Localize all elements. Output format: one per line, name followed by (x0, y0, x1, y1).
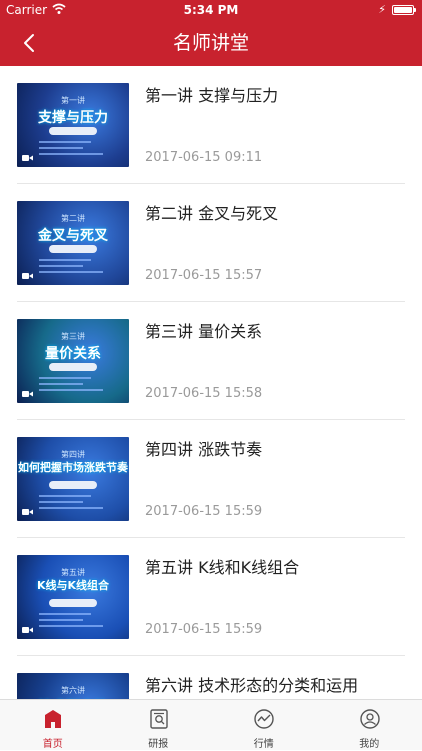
tab-profile-label: 我的 (317, 735, 422, 750)
lecture-item[interactable]: 第六讲技术形态的第六讲 技术形态的分类和运用 (0, 656, 422, 699)
lecture-title: 第五讲 K线和K线组合 (145, 554, 299, 578)
tab-market-label: 行情 (211, 735, 317, 750)
thumbnail-lecture-number: 第二讲 (17, 213, 129, 224)
tab-bar: 首页 研报 行情 我的 (0, 699, 422, 750)
lecture-thumbnail: 第一讲支撑与压力 (17, 83, 129, 167)
lecture-title: 第六讲 技术形态的分类和运用 (145, 672, 358, 696)
thumbnail-speaker-pill (49, 599, 97, 607)
lecture-thumbnail: 第六讲技术形态的 (17, 673, 129, 699)
page-title: 名师讲堂 (0, 20, 422, 66)
lecture-date: 2017-06-15 09:11 (145, 150, 262, 165)
battery-level (394, 7, 412, 13)
video-icon (22, 508, 33, 516)
profile-icon (359, 708, 381, 730)
lecture-title: 第四讲 涨跌节奏 (145, 436, 262, 460)
lecture-item[interactable]: 第二讲金叉与死叉第二讲 金叉与死叉 2017-06-15 15:57 (0, 184, 422, 302)
battery-icon (392, 5, 414, 15)
lecture-thumbnail: 第五讲K线与K线组合 (17, 555, 129, 639)
clock: 5:34 PM (0, 3, 422, 17)
lecture-date: 2017-06-15 15:59 (145, 622, 262, 637)
lecture-title: 第二讲 金叉与死叉 (145, 200, 278, 224)
thumbnail-lecture-number: 第三讲 (17, 331, 129, 342)
lecture-item[interactable]: 第三讲量价关系第三讲 量价关系 2017-06-15 15:58 (0, 302, 422, 420)
video-icon (22, 390, 33, 398)
thumbnail-title: K线与K线组合 (17, 577, 129, 593)
tab-home[interactable]: 首页 (0, 700, 106, 751)
thumbnail-title: 如何把握市场涨跌节奏 (17, 459, 129, 475)
thumbnail-speaker-pill (49, 481, 97, 489)
video-icon (22, 272, 33, 280)
lecture-item[interactable]: 第一讲支撑与压力第一讲 支撑与压力 2017-06-15 09:11 (0, 66, 422, 184)
report-icon (148, 708, 170, 730)
lecture-date: 2017-06-15 15:57 (145, 268, 262, 283)
tab-home-label: 首页 (0, 735, 106, 750)
lecture-title: 第一讲 支撑与压力 (145, 82, 278, 106)
charging-icon: ⚡ (378, 3, 386, 16)
tab-market[interactable]: 行情 (211, 700, 317, 751)
lecture-title: 第三讲 量价关系 (145, 318, 262, 342)
home-icon (42, 708, 64, 730)
lecture-item[interactable]: 第四讲如何把握市场涨跌节奏第四讲 涨跌节奏 2017-06-15 15:59 (0, 420, 422, 538)
thumbnail-lecture-number: 第一讲 (17, 95, 129, 106)
thumbnail-title: 量价关系 (17, 343, 129, 363)
video-icon (22, 626, 33, 634)
lecture-thumbnail: 第三讲量价关系 (17, 319, 129, 403)
tab-profile[interactable]: 我的 (317, 700, 422, 751)
lecture-date: 2017-06-15 15:59 (145, 504, 262, 519)
thumbnail-lecture-number: 第六讲 (17, 685, 129, 696)
lecture-date: 2017-06-15 15:58 (145, 386, 262, 401)
thumbnail-speaker-pill (49, 245, 97, 253)
nav-bar: 名师讲堂 (0, 20, 422, 66)
market-icon (253, 708, 275, 730)
thumbnail-speaker-pill (49, 127, 97, 135)
thumbnail-speaker-pill (49, 363, 97, 371)
video-icon (22, 154, 33, 162)
lecture-thumbnail: 第四讲如何把握市场涨跌节奏 (17, 437, 129, 521)
thumbnail-title: 支撑与压力 (17, 107, 129, 127)
status-bar: Carrier 5:34 PM ⚡ (0, 0, 422, 20)
lecture-thumbnail: 第二讲金叉与死叉 (17, 201, 129, 285)
tab-report-label: 研报 (106, 735, 212, 750)
lecture-list[interactable]: 第一讲支撑与压力第一讲 支撑与压力 2017-06-15 09:11 第二讲金叉与死… (0, 66, 422, 699)
lecture-item[interactable]: 第五讲K线与K线组合第五讲 K线和K线组合 2017-06-15 15:59 (0, 538, 422, 656)
tab-report[interactable]: 研报 (106, 700, 212, 751)
thumbnail-title: 金叉与死叉 (17, 225, 129, 245)
